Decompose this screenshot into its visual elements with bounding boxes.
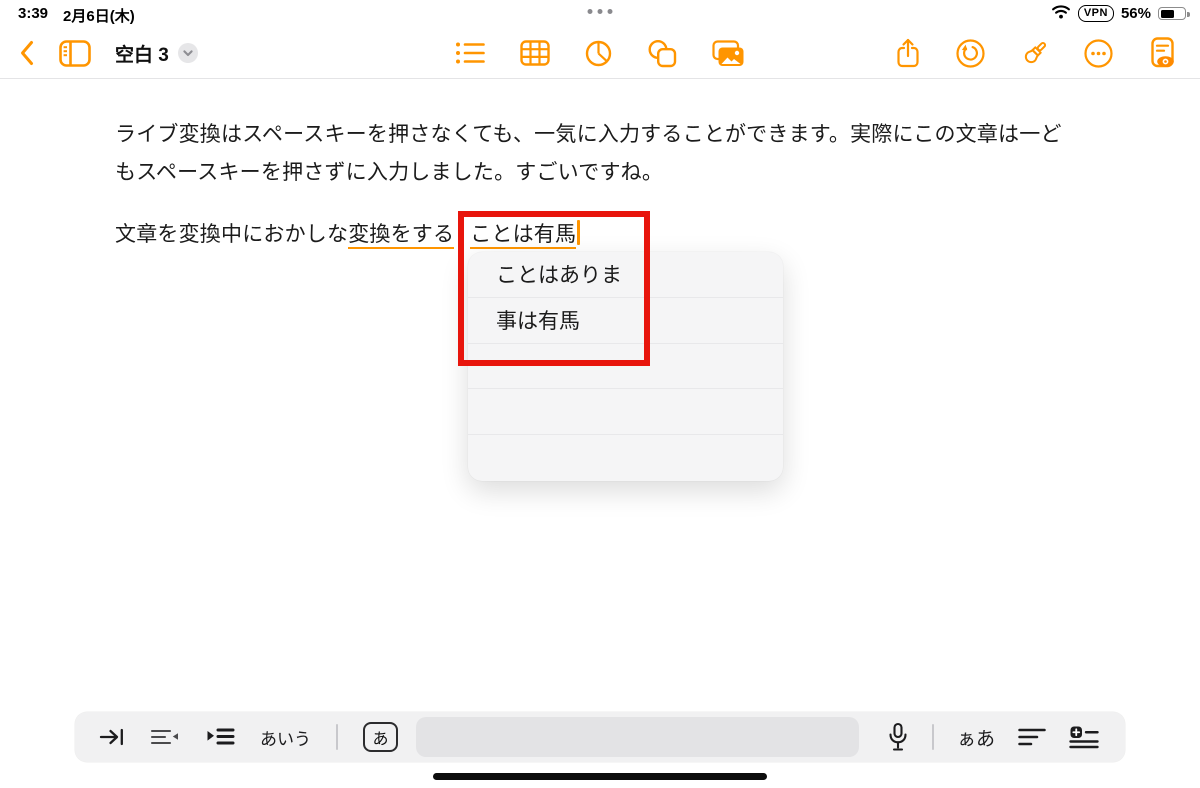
back-button[interactable] bbox=[18, 39, 35, 67]
pie-chart-icon bbox=[585, 40, 612, 66]
notes-app-screen: 3:39 2月6日(木) VPN 56% 空白 3 ライブ変換はスペースキーを押… bbox=[0, 0, 1200, 788]
multitasking-dots-icon[interactable] bbox=[587, 9, 613, 14]
formatting-button[interactable] bbox=[1018, 727, 1046, 747]
toolbar: 空白 3 bbox=[0, 28, 1200, 78]
status-date: 2月6日(木) bbox=[63, 8, 135, 25]
text-lines-icon bbox=[1018, 728, 1046, 746]
dictation-button[interactable] bbox=[887, 722, 909, 752]
document-eye-icon bbox=[1151, 36, 1174, 67]
note-paragraph-2[interactable]: 文章を変換中におかしな変換をする ことは有馬 bbox=[115, 216, 1065, 254]
text-size-button[interactable]: ぁあ bbox=[957, 724, 995, 751]
tab-key-button[interactable] bbox=[99, 726, 125, 748]
toolbar-separator bbox=[0, 78, 1200, 79]
title-menu-button[interactable] bbox=[177, 43, 198, 63]
vpn-badge: VPN bbox=[1077, 5, 1114, 22]
candidate-row[interactable] bbox=[468, 344, 783, 390]
sidebar-icon bbox=[59, 39, 91, 67]
candidate-row[interactable] bbox=[468, 389, 783, 436]
note-view-button[interactable] bbox=[1147, 36, 1178, 70]
indent-button[interactable] bbox=[205, 726, 235, 748]
home-indicator[interactable] bbox=[433, 773, 767, 780]
sidebar-toggle-button[interactable] bbox=[59, 39, 91, 67]
candidate-row[interactable]: ことはありま bbox=[468, 252, 783, 298]
brush-icon bbox=[1024, 41, 1047, 63]
more-button[interactable] bbox=[1083, 38, 1114, 69]
undo-button[interactable] bbox=[955, 38, 986, 69]
microphone-icon bbox=[889, 722, 907, 751]
shapes-button[interactable] bbox=[647, 39, 677, 68]
note-paragraph-1[interactable]: ライブ変換はスペースキーを押さなくても、一気に入力することができます。実際にこの… bbox=[115, 116, 1065, 192]
text-cursor bbox=[577, 220, 581, 245]
note-title[interactable]: 空白 3 bbox=[115, 40, 198, 67]
outdent-icon bbox=[150, 729, 178, 745]
chevron-down-icon bbox=[183, 50, 193, 57]
share-icon bbox=[897, 38, 919, 68]
inline-suggestion-field[interactable] bbox=[416, 717, 859, 757]
chevron-left-icon bbox=[21, 41, 33, 65]
keyboard-accessory-bar: あいう あ ぁあ bbox=[75, 712, 1125, 762]
input-mode-button[interactable]: あ bbox=[363, 722, 398, 752]
photos-button[interactable] bbox=[712, 39, 745, 67]
note-title-label: 空白 3 bbox=[115, 44, 169, 66]
status-bar-right: VPN 56% bbox=[1051, 4, 1190, 23]
paragraph2-plain-text: 文章を変換中におかしな bbox=[115, 223, 349, 246]
conversion-candidate-popup: ことはありま 事は有馬 bbox=[468, 252, 783, 481]
candidate-row[interactable]: 事は有馬 bbox=[468, 298, 783, 344]
tab-arrow-icon bbox=[99, 728, 123, 746]
shortcuts-button[interactable] bbox=[1069, 725, 1099, 749]
indent-icon bbox=[207, 728, 235, 745]
add-list-icon bbox=[1069, 726, 1099, 749]
markup-button[interactable] bbox=[1019, 38, 1050, 69]
divider bbox=[336, 724, 338, 750]
battery-icon bbox=[1158, 7, 1190, 20]
checklist-button[interactable] bbox=[455, 41, 485, 65]
outdent-button[interactable] bbox=[150, 727, 180, 747]
conversion-segment: 変換をする bbox=[348, 223, 455, 249]
status-bar-left: 3:39 2月6日(木) bbox=[18, 5, 135, 26]
shapes-icon bbox=[648, 39, 677, 67]
ellipsis-circle-icon bbox=[1084, 38, 1113, 68]
status-time: 3:39 bbox=[18, 5, 49, 22]
wifi-icon bbox=[1051, 4, 1071, 23]
photos-icon bbox=[712, 39, 744, 66]
composing-segment: ことは有馬 bbox=[470, 223, 577, 249]
table-button[interactable] bbox=[520, 40, 550, 66]
chart-button[interactable] bbox=[585, 40, 612, 67]
candidate-row[interactable] bbox=[468, 435, 783, 481]
table-icon bbox=[520, 40, 550, 66]
kana-mode-button[interactable]: あいう bbox=[260, 725, 311, 750]
undo-icon bbox=[956, 38, 985, 68]
divider bbox=[931, 724, 934, 750]
list-icon bbox=[456, 42, 485, 64]
share-button[interactable] bbox=[894, 37, 922, 69]
battery-percent: 56% bbox=[1120, 5, 1151, 22]
